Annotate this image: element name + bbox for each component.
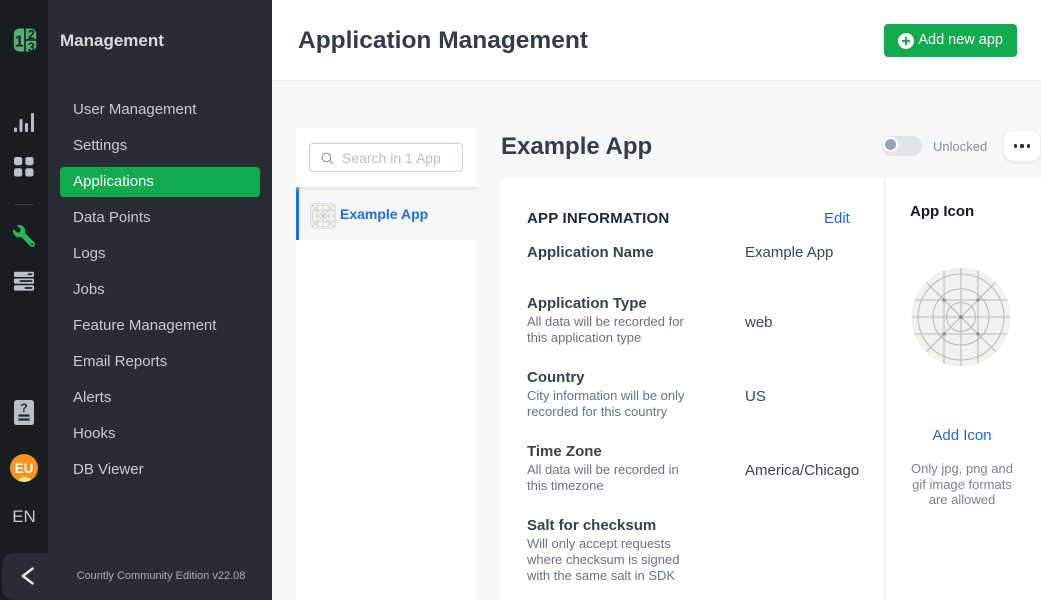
svg-text:3: 3 — [28, 40, 35, 52]
svg-text:EU: EU — [15, 461, 34, 476]
svg-text:1: 1 — [15, 33, 24, 50]
svg-text:?: ? — [20, 401, 27, 415]
